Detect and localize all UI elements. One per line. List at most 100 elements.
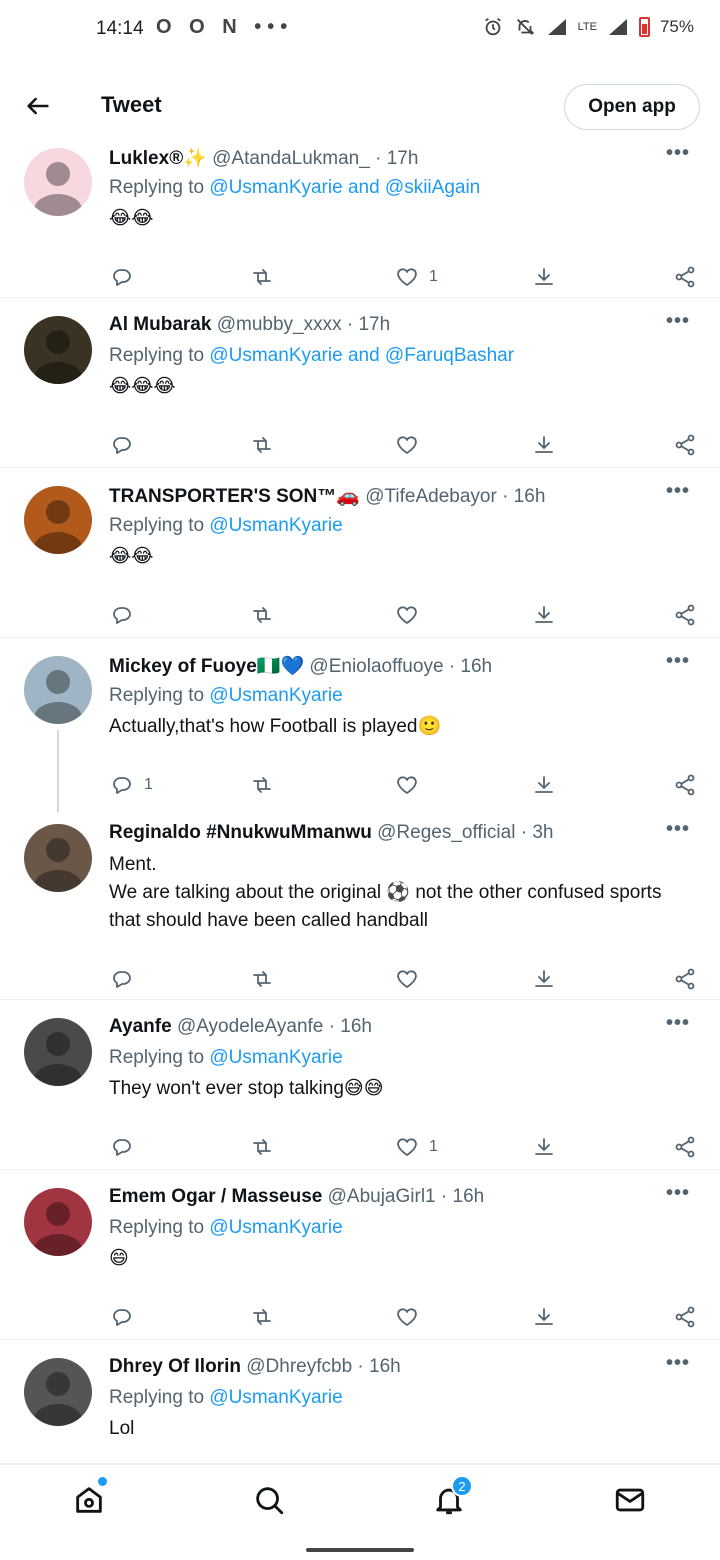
tweet[interactable]: Reginaldo #NnukwuMmanwu @Reges_official …: [0, 806, 720, 1000]
back-arrow-icon[interactable]: [24, 92, 52, 120]
reply-button[interactable]: [110, 603, 144, 627]
reply-button[interactable]: 1: [110, 773, 153, 797]
download-icon: [535, 1308, 553, 1325]
replying-mentions[interactable]: @UsmanKyarie: [209, 685, 342, 706]
avatar[interactable]: [24, 486, 92, 554]
user-handle[interactable]: @AtandaLukman_: [212, 148, 370, 169]
display-name[interactable]: Ayanfe: [109, 1016, 172, 1037]
share-button[interactable]: [673, 433, 697, 457]
replying-label: Replying to: [109, 515, 210, 536]
download-button[interactable]: [532, 1135, 556, 1159]
more-icon[interactable]: •••: [666, 480, 690, 503]
retweet-button[interactable]: [250, 1305, 274, 1329]
display-name[interactable]: Reginaldo #NnukwuMmanwu: [109, 822, 372, 843]
retweet-button[interactable]: [250, 433, 274, 457]
like-button[interactable]: [395, 967, 429, 991]
like-button[interactable]: [395, 433, 429, 457]
tweet[interactable]: Dhrey Of Ilorin @Dhreyfcbb · 16h ••• Reply…: [0, 1340, 720, 1464]
avatar[interactable]: [24, 148, 92, 216]
replying-mentions[interactable]: @UsmanKyarie: [209, 1217, 342, 1238]
download-button[interactable]: [532, 773, 556, 797]
user-handle[interactable]: @Reges_official: [377, 822, 515, 843]
replying-label: Replying to: [109, 177, 210, 198]
download-icon: [535, 970, 553, 987]
tweet[interactable]: Ayanfe @AyodeleAyanfe · 16h ••• Replying t…: [0, 1000, 720, 1170]
share-button[interactable]: [673, 967, 697, 991]
tweet[interactable]: TRANSPORTER'S SON™🚗 @TifeAdebayor · 16h •…: [0, 468, 720, 638]
heart-icon: [397, 606, 417, 624]
like-button[interactable]: [395, 1305, 429, 1329]
avatar[interactable]: [24, 1188, 92, 1256]
share-button[interactable]: [673, 1135, 697, 1159]
more-icon[interactable]: •••: [666, 650, 690, 673]
reply-button[interactable]: [110, 1305, 144, 1329]
replying-mentions[interactable]: @UsmanKyarie: [209, 1387, 342, 1408]
more-icon[interactable]: •••: [666, 1012, 690, 1035]
replying-mentions[interactable]: @UsmanKyarie and @skiiAgain: [209, 177, 480, 198]
share-button[interactable]: [673, 603, 697, 627]
user-handle[interactable]: @AyodeleAyanfe: [177, 1016, 323, 1037]
download-button[interactable]: [532, 1305, 556, 1329]
replying-to: Replying to @UsmanKyarie and @FaruqBasha…: [109, 345, 514, 367]
share-button[interactable]: [673, 1305, 697, 1329]
more-icon[interactable]: •••: [666, 1182, 690, 1205]
display-name[interactable]: Luklex®✨: [109, 148, 207, 169]
user-handle[interactable]: @TifeAdebayor: [365, 486, 497, 507]
tweet[interactable]: Luklex®✨ @AtandaLukman_ · 17h ••• Replying…: [0, 140, 720, 298]
home-tab[interactable]: [72, 1483, 108, 1519]
avatar[interactable]: [24, 656, 92, 724]
more-icon[interactable]: •••: [666, 1352, 690, 1375]
download-button[interactable]: [532, 603, 556, 627]
retweet-button[interactable]: [250, 265, 274, 289]
reply-button[interactable]: [110, 967, 144, 991]
reply-button[interactable]: [110, 1135, 144, 1159]
share-button[interactable]: [673, 773, 697, 797]
reply-button[interactable]: [110, 433, 144, 457]
like-button[interactable]: 1: [395, 265, 438, 289]
more-icon[interactable]: •••: [666, 818, 690, 841]
like-button[interactable]: 1: [395, 1135, 438, 1159]
share-button[interactable]: [673, 265, 697, 289]
user-handle[interactable]: @mubby_xxxx: [217, 314, 342, 335]
display-name[interactable]: TRANSPORTER'S SON™🚗: [109, 486, 360, 507]
download-button[interactable]: [532, 433, 556, 457]
tweet[interactable]: Mickey of Fuoye🇳🇬💙 @Eniolaoffuoye · 16h •…: [0, 638, 720, 812]
replying-mentions[interactable]: @UsmanKyarie: [209, 1047, 342, 1068]
more-icon[interactable]: •••: [666, 142, 690, 165]
download-button[interactable]: [532, 967, 556, 991]
heart-icon: [397, 1308, 417, 1326]
messages-tab[interactable]: [613, 1483, 649, 1519]
open-app-button[interactable]: Open app: [564, 84, 700, 130]
tweet-text: 😂😂😂: [109, 376, 176, 397]
display-name[interactable]: Al Mubarak: [109, 314, 211, 335]
status-bar: 14:14 O O N ••• LTE 75%: [0, 0, 720, 60]
search-icon: [256, 1487, 284, 1515]
like-button[interactable]: [395, 603, 429, 627]
reply-button[interactable]: [110, 265, 144, 289]
user-handle[interactable]: @Eniolaoffuoye: [309, 656, 443, 677]
replying-mentions[interactable]: @UsmanKyarie and @FaruqBashar: [209, 345, 514, 366]
retweet-button[interactable]: [250, 967, 274, 991]
retweet-button[interactable]: [250, 603, 274, 627]
search-tab[interactable]: [252, 1483, 288, 1519]
replying-mentions[interactable]: @UsmanKyarie: [209, 515, 342, 536]
display-name[interactable]: Emem Ogar / Masseuse: [109, 1186, 322, 1207]
replying-to: Replying to @UsmanKyarie: [109, 1047, 343, 1069]
home-icon: [76, 1487, 102, 1513]
user-handle[interactable]: @Dhreyfcbb: [246, 1356, 352, 1377]
retweet-button[interactable]: [250, 773, 274, 797]
tweet-header: Ayanfe @AyodeleAyanfe · 16h: [109, 1016, 372, 1038]
display-name[interactable]: Dhrey Of Ilorin: [109, 1356, 241, 1377]
tweet[interactable]: Al Mubarak @mubby_xxxx · 17h ••• Replying …: [0, 298, 720, 468]
like-button[interactable]: [395, 773, 429, 797]
more-icon[interactable]: •••: [666, 310, 690, 333]
avatar[interactable]: [24, 824, 92, 892]
avatar[interactable]: [24, 316, 92, 384]
tweet[interactable]: Emem Ogar / Masseuse @AbujaGirl1 · 16h ••…: [0, 1170, 720, 1340]
display-name[interactable]: Mickey of Fuoye🇳🇬💙: [109, 656, 304, 677]
avatar[interactable]: [24, 1018, 92, 1086]
user-handle[interactable]: @AbujaGirl1: [328, 1186, 436, 1207]
download-button[interactable]: [532, 265, 556, 289]
retweet-button[interactable]: [250, 1135, 274, 1159]
avatar[interactable]: [24, 1358, 92, 1426]
